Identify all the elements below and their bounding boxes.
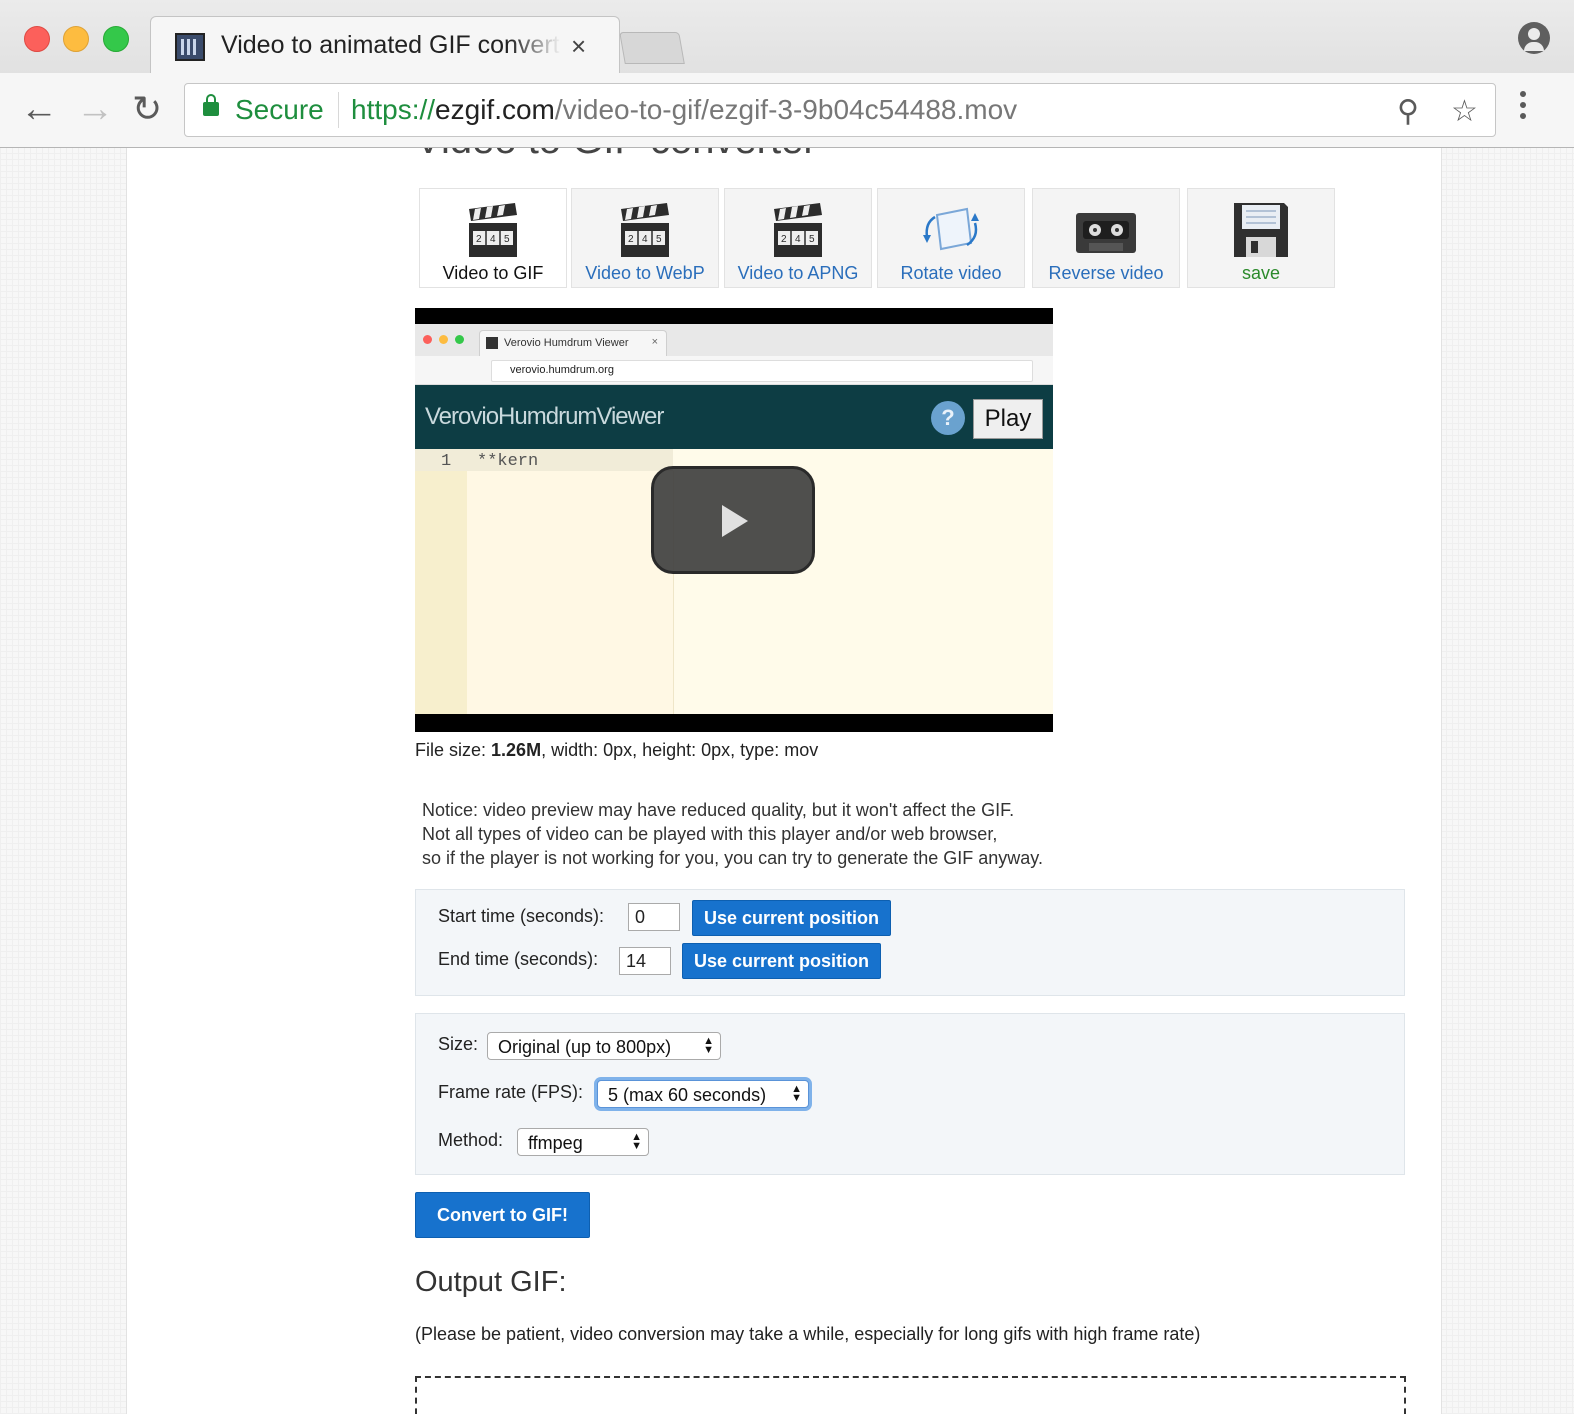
tool-label: Video to WebP	[585, 263, 705, 283]
tool-label: Rotate video	[900, 263, 1002, 283]
start-time-label: Start time (seconds):	[438, 906, 605, 926]
time-range-panel: Start time (seconds): Use current positi…	[415, 889, 1405, 996]
end-time-label: End time (seconds):	[438, 949, 599, 969]
tool-save[interactable]: save	[1187, 188, 1335, 288]
main-content: Video to GIF converter 245 Video to GIF	[126, 148, 1442, 1414]
notice-text: Notice: video preview may have reduced q…	[422, 800, 1043, 868]
zoom-icon[interactable]: ⚲	[1397, 94, 1419, 129]
secure-label: Secure	[235, 94, 324, 125]
cassette-icon	[1076, 213, 1136, 253]
output-heading: Output GIF:	[415, 1266, 567, 1298]
select-arrows-icon: ▲ ▼	[631, 1131, 642, 1152]
preview-tab: Verovio Humdrum Viewer ×	[479, 330, 667, 357]
svg-text:5: 5	[504, 234, 510, 245]
back-arrow-icon[interactable]: ←	[20, 87, 58, 131]
help-icon: ?	[931, 401, 965, 435]
tool-label: Reverse video	[1048, 263, 1164, 283]
forward-arrow-icon[interactable]: →	[76, 87, 114, 131]
select-arrows-icon: ▲ ▼	[791, 1083, 802, 1104]
size-select[interactable]: Original (up to 800px) ▲ ▼	[487, 1032, 721, 1060]
options-panel: Size: Original (up to 800px) ▲ ▼ Frame rat…	[415, 1013, 1405, 1175]
tool-video-to-gif[interactable]: 245 Video to GIF	[419, 188, 567, 288]
minimize-window-button[interactable]	[63, 26, 89, 52]
start-time-input[interactable]	[628, 903, 680, 931]
use-current-start-button[interactable]: Use current position	[692, 900, 891, 936]
rotate-icon	[923, 207, 979, 251]
lock-icon	[203, 94, 219, 116]
clapperboard-icon: 245	[621, 203, 669, 257]
method-select[interactable]: ffmpeg ▲ ▼	[517, 1128, 649, 1156]
clapperboard-icon: 245	[774, 203, 822, 257]
size-label: Size:	[438, 1034, 479, 1054]
preview-code: **kern	[477, 452, 539, 471]
floppy-disk-icon	[1234, 203, 1288, 257]
end-time-input[interactable]	[619, 947, 671, 975]
film-favicon-icon	[175, 33, 205, 61]
tool-strip: 245 Video to GIF 245 Video to WebP 2 4 5…	[415, 188, 1341, 292]
fps-select[interactable]: 5 (max 60 seconds) ▲ ▼	[597, 1080, 809, 1108]
preview-play-label: Play	[973, 399, 1043, 439]
tab-title: Video to animated GIF converter	[221, 31, 561, 59]
svg-text:2: 2	[781, 234, 787, 245]
preview-app-title: VerovioHumdrumViewer	[425, 403, 664, 430]
close-window-button[interactable]	[24, 26, 50, 52]
svg-text:5: 5	[809, 234, 815, 245]
browser-toolbar: ← → ↻ Secure https://ezgif.com/video-to-…	[0, 73, 1574, 148]
url-text[interactable]: https://ezgif.com/video-to-gif/ezgif-3-9…	[351, 94, 1017, 126]
address-bar[interactable]: Secure https://ezgif.com/video-to-gif/ez…	[184, 83, 1496, 137]
select-arrows-icon: ▲ ▼	[703, 1035, 714, 1056]
reload-icon[interactable]: ↻	[132, 87, 162, 131]
tool-label: Video to APNG	[737, 263, 859, 283]
svg-text:4: 4	[795, 234, 801, 245]
fps-label: Frame rate (FPS):	[438, 1082, 584, 1102]
browser-menu-icon[interactable]	[1520, 91, 1526, 124]
svg-text:5: 5	[656, 234, 662, 245]
svg-text:4: 4	[642, 234, 648, 245]
clapperboard-icon: 245	[469, 203, 517, 257]
browser-titlebar: Video to animated GIF converter ×	[0, 0, 1574, 74]
method-label: Method:	[438, 1130, 504, 1150]
use-current-end-button[interactable]: Use current position	[682, 943, 881, 979]
preview-line-number: 1	[441, 452, 452, 471]
tool-video-to-webp[interactable]: 245 Video to WebP	[571, 188, 719, 288]
bookmark-star-icon[interactable]: ☆	[1451, 94, 1478, 129]
play-button[interactable]	[651, 466, 815, 574]
tool-label: Video to GIF	[442, 263, 544, 283]
page-viewport: Video to GIF converter 245 Video to GIF	[0, 148, 1574, 1414]
maximize-window-button[interactable]	[103, 26, 129, 52]
patience-note: (Please be patient, video conversion may…	[415, 1324, 1201, 1344]
tool-video-to-apng[interactable]: 245 Video to APNG	[724, 188, 872, 288]
browser-tab[interactable]: Video to animated GIF converter ×	[150, 16, 620, 74]
tool-rotate-video[interactable]: Rotate video	[877, 188, 1025, 288]
close-tab-icon[interactable]: ×	[571, 31, 586, 62]
preview-url: verovio.humdrum.org	[491, 360, 1033, 382]
output-area	[415, 1376, 1406, 1414]
tool-label: save	[1241, 263, 1281, 283]
convert-to-gif-button[interactable]: Convert to GIF!	[415, 1192, 590, 1238]
svg-text:2: 2	[476, 234, 482, 245]
tool-reverse-video[interactable]: Reverse video	[1032, 188, 1180, 288]
new-tab-button[interactable]	[619, 32, 685, 64]
svg-text:4: 4	[490, 234, 496, 245]
preview-appbar: VerovioHumdrumViewer ? Play	[415, 385, 1053, 449]
file-info: File size: 1.26M, width: 0px, height: 0p…	[415, 740, 819, 760]
svg-text:2: 2	[628, 234, 634, 245]
profile-icon[interactable]	[1518, 22, 1550, 54]
video-player[interactable]: Verovio Humdrum Viewer × verovio.humdrum.…	[415, 308, 1053, 732]
page-title: Video to GIF converter	[415, 148, 817, 163]
